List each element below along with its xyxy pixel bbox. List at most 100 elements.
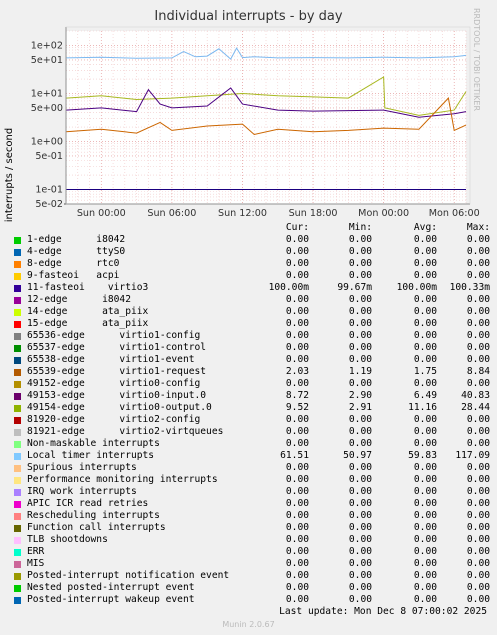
legend-cur: 0.00 <box>285 306 309 317</box>
legend-row: 49154-edge virtio0-output.0 9.52 2.91 11.16… <box>12 402 490 414</box>
legend-avg: 0.00 <box>413 534 437 545</box>
x-tick-label: Mon 06:00 <box>429 208 480 219</box>
legend-swatch <box>14 332 21 340</box>
legend-avg: 0.00 <box>413 294 437 305</box>
legend-swatch <box>14 428 21 436</box>
legend-swatch <box>14 380 21 388</box>
legend-label: 81921-edge virtio2-virtqueues <box>27 426 224 437</box>
legend-cur: 0.00 <box>285 438 309 449</box>
legend-min: 99.67m <box>337 282 372 293</box>
x-tick-label: Sun 12:00 <box>218 208 267 219</box>
legend-row: APIC ICR read retries 0.00 0.00 0.00 0.00 <box>12 498 490 510</box>
legend-cur: 100.00m <box>268 282 309 293</box>
legend-cur: 0.00 <box>285 546 309 557</box>
legend-avg: 0.00 <box>413 246 437 257</box>
legend-swatch <box>14 524 21 532</box>
legend-label: TLB shootdowns <box>27 534 108 545</box>
legend-swatch <box>14 500 21 508</box>
legend-avg: 0.00 <box>413 414 437 425</box>
legend-min: 0.00 <box>348 570 372 581</box>
y-tick-label: 1e+00 <box>31 137 63 148</box>
legend-cur: 0.00 <box>285 294 309 305</box>
legend-label: 49154-edge virtio0-output.0 <box>27 402 212 413</box>
legend: Cur: Min: Avg: Max: 1-edge i8042 0.00 0.00… <box>12 222 490 606</box>
legend-avg: 0.00 <box>413 570 437 581</box>
legend-row: 65538-edge virtio1-event 0.00 0.00 0.00 0.00 <box>12 354 490 366</box>
legend-label: Posted-interrupt wakeup event <box>27 594 195 605</box>
legend-label: 49153-edge virtio0-input.0 <box>27 390 207 401</box>
legend-cur: 0.00 <box>285 270 309 281</box>
legend-row: ERR 0.00 0.00 0.00 0.00 <box>12 546 490 558</box>
legend-swatch <box>14 440 21 448</box>
legend-cur: 8.72 <box>285 390 309 401</box>
legend-avg: 0.00 <box>413 582 437 593</box>
legend-rows: 1-edge i8042 0.00 0.00 0.00 0.00 4-edge ttyS0… <box>12 234 490 606</box>
legend-swatch <box>14 236 21 244</box>
legend-max: 0.00 <box>466 510 490 521</box>
legend-min: 0.00 <box>348 522 372 533</box>
legend-min: 2.90 <box>348 390 372 401</box>
legend-swatch <box>14 548 21 556</box>
legend-header: Cur: Min: Avg: Max: <box>12 222 490 234</box>
legend-min: 0.00 <box>348 498 372 509</box>
legend-swatch <box>14 308 21 316</box>
legend-row: 15-edge ata_piix 0.00 0.00 0.00 0.00 <box>12 318 490 330</box>
legend-row: 81921-edge virtio2-virtqueues 0.00 0.00 0.0… <box>12 426 490 438</box>
legend-swatch <box>14 488 21 496</box>
legend-swatch <box>14 392 21 400</box>
legend-avg: 0.00 <box>413 234 437 245</box>
legend-avg: 0.00 <box>413 426 437 437</box>
legend-swatch <box>14 464 21 472</box>
legend-swatch <box>14 260 21 268</box>
legend-swatch <box>14 284 21 292</box>
y-tick-label: 1e+01 <box>31 88 63 99</box>
legend-label: IRQ work interrupts <box>27 486 137 497</box>
legend-label: 65539-edge virtio1-request <box>27 366 207 377</box>
legend-row: 65539-edge virtio1-request 2.03 1.19 1.75 8.… <box>12 366 490 378</box>
x-tick-label: Mon 00:00 <box>358 208 409 219</box>
legend-label: Nested posted-interrupt event <box>27 582 195 593</box>
y-tick-label: 5e+01 <box>31 55 63 66</box>
legend-avg: 0.00 <box>413 510 437 521</box>
legend-min: 0.00 <box>348 318 372 329</box>
legend-max: 0.00 <box>466 294 490 305</box>
legend-avg: 0.00 <box>413 558 437 569</box>
legend-label: 8-edge rtc0 <box>27 258 120 269</box>
munin-version: Munin 2.0.67 <box>222 620 275 629</box>
legend-min: 0.00 <box>348 582 372 593</box>
legend-row: 12-edge i8042 0.00 0.00 0.00 0.00 <box>12 294 490 306</box>
legend-row: 65536-edge virtio1-config 0.00 0.00 0.00 0.0… <box>12 330 490 342</box>
legend-avg: 0.00 <box>413 258 437 269</box>
legend-max: 0.00 <box>466 522 490 533</box>
legend-min: 50.97 <box>343 450 372 461</box>
legend-max: 117.09 <box>455 450 490 461</box>
legend-label: 65538-edge virtio1-event <box>27 354 195 365</box>
legend-cur: 9.52 <box>285 402 309 413</box>
legend-row: 49152-edge virtio0-config 0.00 0.00 0.00 0.0… <box>12 378 490 390</box>
legend-label: 81920-edge virtio2-config <box>27 414 201 425</box>
y-tick-label: 1e+02 <box>31 40 63 51</box>
legend-cur: 0.00 <box>285 342 309 353</box>
legend-row: 14-edge ata_piix 0.00 0.00 0.00 0.00 <box>12 306 490 318</box>
legend-max: 0.00 <box>466 474 490 485</box>
legend-avg: 0.00 <box>413 354 437 365</box>
legend-max: 8.84 <box>466 366 490 377</box>
legend-swatch <box>14 572 21 580</box>
legend-cur: 0.00 <box>285 510 309 521</box>
legend-min: 0.00 <box>348 462 372 473</box>
legend-label: 11-fasteoi virtio3 <box>27 282 149 293</box>
legend-cur: 0.00 <box>285 330 309 341</box>
legend-label: 4-edge ttyS0 <box>27 246 126 257</box>
chart-title: Individual interrupts - by day <box>154 9 343 24</box>
legend-max: 0.00 <box>466 414 490 425</box>
legend-max: 40.83 <box>461 390 490 401</box>
legend-max: 0.00 <box>466 546 490 557</box>
legend-row: 49153-edge virtio0-input.0 8.72 2.90 6.49 40… <box>12 390 490 402</box>
legend-swatch <box>14 416 21 424</box>
legend-min: 2.91 <box>348 402 372 413</box>
legend-min: 0.00 <box>348 486 372 497</box>
legend-swatch <box>14 560 21 568</box>
legend-max: 0.00 <box>466 246 490 257</box>
legend-min: 0.00 <box>348 594 372 605</box>
legend-max: 0.00 <box>466 438 490 449</box>
